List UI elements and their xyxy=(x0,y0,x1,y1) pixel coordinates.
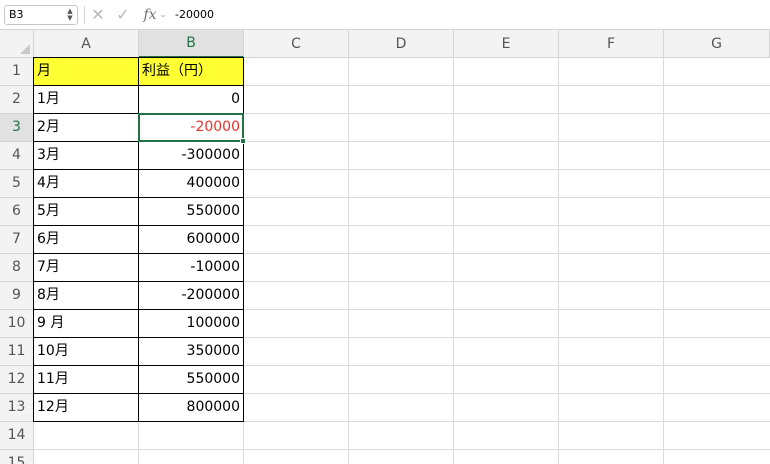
cell-a3-month[interactable]: 2月 xyxy=(34,114,139,142)
formula-bar: B3 ▲ ▼ ✕ ✓ fx ⌄ -20000 xyxy=(0,0,770,30)
column-header-c[interactable]: C xyxy=(244,30,349,58)
cell-b7-profit[interactable]: 600000 xyxy=(139,226,244,254)
cell-b13-profit[interactable]: 800000 xyxy=(139,394,244,422)
row-header-13[interactable]: 13 xyxy=(0,394,34,422)
cell-b4-profit[interactable]: -300000 xyxy=(139,142,244,170)
row-header-6[interactable]: 6 xyxy=(0,198,34,226)
row-header-15[interactable]: 15 xyxy=(0,450,34,464)
cell-a12-month[interactable]: 11月 xyxy=(34,366,139,394)
column-header-g[interactable]: G xyxy=(664,30,770,58)
enter-check-icon[interactable]: ✓ xyxy=(115,5,131,25)
name-box[interactable]: B3 ▲ ▼ xyxy=(4,5,78,25)
column-header-e[interactable]: E xyxy=(454,30,559,58)
cell-b8-profit[interactable]: -10000 xyxy=(139,254,244,282)
gridline-vertical xyxy=(663,58,664,464)
gridline-vertical xyxy=(348,58,349,464)
gridline-vertical xyxy=(558,58,559,464)
row-header-1[interactable]: 1 xyxy=(0,58,34,86)
cell-a4-month[interactable]: 3月 xyxy=(34,142,139,170)
column-header-a[interactable]: A xyxy=(34,30,139,58)
cell-a6-month[interactable]: 5月 xyxy=(34,198,139,226)
column-header-f[interactable]: F xyxy=(559,30,664,58)
cell-a10-month[interactable]: 9 月 xyxy=(34,310,139,338)
row-header-2[interactable]: 2 xyxy=(0,86,34,114)
cell-a2-month[interactable]: 1月 xyxy=(34,86,139,114)
gridline-vertical xyxy=(453,58,454,464)
cell-a13-month[interactable]: 12月 xyxy=(34,394,139,422)
name-box-value: B3 xyxy=(9,8,24,21)
cell-a1-month-header[interactable]: 月 xyxy=(34,58,139,86)
column-header-d[interactable]: D xyxy=(349,30,454,58)
gridline-horizontal xyxy=(34,449,770,450)
cell-b6-profit[interactable]: 550000 xyxy=(139,198,244,226)
select-all-corner[interactable] xyxy=(0,30,34,58)
select-all-triangle-icon xyxy=(20,44,30,54)
cell-b2-profit[interactable]: 0 xyxy=(139,86,244,114)
insert-function-icon[interactable]: fx xyxy=(139,5,161,25)
row-header-12[interactable]: 12 xyxy=(0,366,34,394)
cell-b5-profit[interactable]: 400000 xyxy=(139,170,244,198)
cell-a5-month[interactable]: 4月 xyxy=(34,170,139,198)
row-header-9[interactable]: 9 xyxy=(0,282,34,310)
cell-b1-profit-header[interactable]: 利益（円） xyxy=(139,58,244,86)
row-header-5[interactable]: 5 xyxy=(0,170,34,198)
cell-a11-month[interactable]: 10月 xyxy=(34,338,139,366)
name-box-stepper-icon[interactable]: ▲ ▼ xyxy=(66,8,74,22)
cell-b12-profit[interactable]: 550000 xyxy=(139,366,244,394)
cell-a9-month[interactable]: 8月 xyxy=(34,282,139,310)
cancel-icon[interactable]: ✕ xyxy=(90,5,106,25)
row-header-10[interactable]: 10 xyxy=(0,310,34,338)
cell-b3-profit[interactable]: -20000 xyxy=(139,114,244,142)
formula-input[interactable]: -20000 xyxy=(175,5,214,25)
chevron-down-icon[interactable]: ⌄ xyxy=(159,5,167,25)
cell-a8-month[interactable]: 7月 xyxy=(34,254,139,282)
row-header-7[interactable]: 7 xyxy=(0,226,34,254)
row-header-11[interactable]: 11 xyxy=(0,338,34,366)
formula-bar-divider xyxy=(84,6,85,24)
cell-b10-profit[interactable]: 100000 xyxy=(139,310,244,338)
row-header-4[interactable]: 4 xyxy=(0,142,34,170)
column-header-b[interactable]: B xyxy=(139,30,244,58)
row-header-3[interactable]: 3 xyxy=(0,114,34,142)
cell-b11-profit[interactable]: 350000 xyxy=(139,338,244,366)
row-header-14[interactable]: 14 xyxy=(0,422,34,450)
row-header-8[interactable]: 8 xyxy=(0,254,34,282)
cell-a7-month[interactable]: 6月 xyxy=(34,226,139,254)
spreadsheet-grid[interactable]: A B C D E F G 1 2 3 4 5 6 7 8 9 10 11 12 13 14 15 月利益（円） 1月 0 2月 -… xyxy=(0,30,770,464)
cell-b9-profit[interactable]: -200000 xyxy=(139,282,244,310)
